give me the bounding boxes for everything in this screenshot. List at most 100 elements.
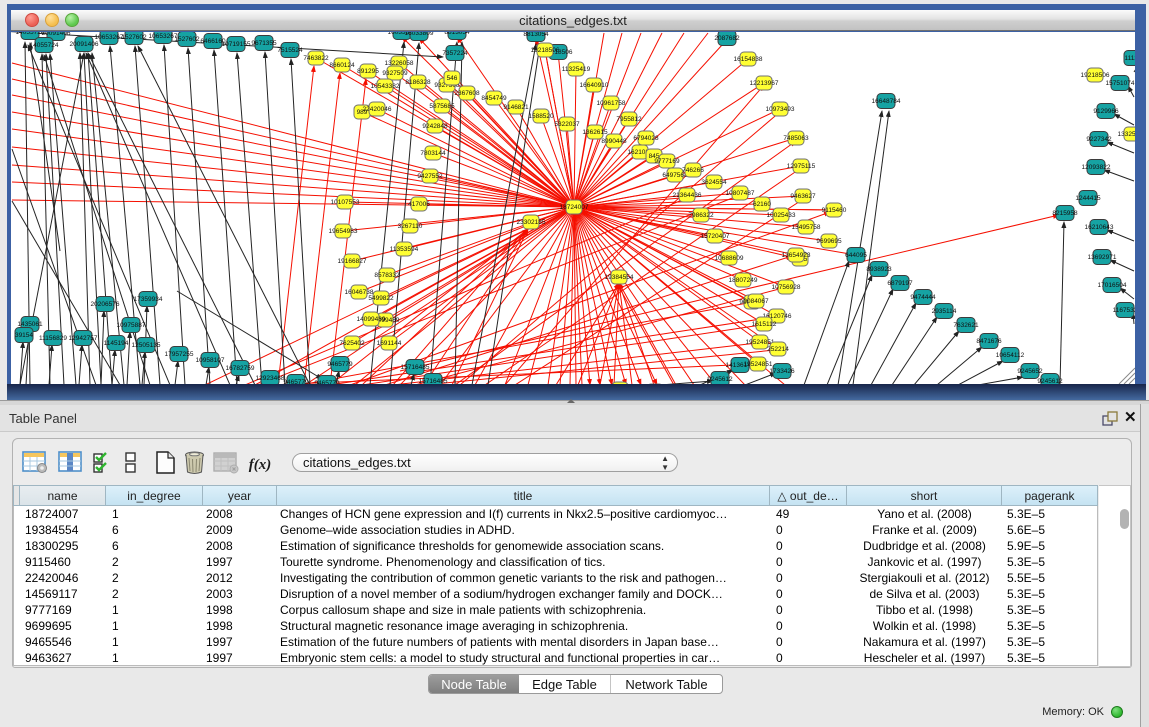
svg-text:1244415: 1244415 <box>1075 195 1101 202</box>
svg-text:12975115: 12975115 <box>787 163 816 170</box>
svg-text:1691144: 1691144 <box>377 340 402 347</box>
svg-text:10025433: 10025433 <box>767 212 796 219</box>
svg-text:2935114: 2935114 <box>932 308 957 315</box>
svg-text:7986322: 7986322 <box>688 212 714 219</box>
svg-text:11325419: 11325419 <box>562 66 591 73</box>
svg-text:9427552: 9427552 <box>417 173 443 180</box>
svg-text:9463627: 9463627 <box>790 193 816 200</box>
svg-text:11156829: 11156829 <box>39 335 67 342</box>
svg-text:10807487: 10807487 <box>726 190 755 197</box>
svg-text:14099489: 14099489 <box>357 316 386 323</box>
svg-text:17359934: 17359934 <box>134 296 163 303</box>
svg-text:7515524: 7515524 <box>277 47 303 54</box>
svg-text:1615112: 1615112 <box>752 321 777 328</box>
svg-text:11123: 11123 <box>1124 55 1135 62</box>
svg-text:8938923: 8938923 <box>866 266 892 273</box>
svg-text:8660124: 8660124 <box>329 62 355 69</box>
svg-text:19218506: 19218506 <box>1081 72 1110 79</box>
svg-text:17016504: 17016504 <box>1098 282 1127 289</box>
svg-text:7803144: 7803144 <box>420 150 446 157</box>
svg-text:1733426: 1733426 <box>769 368 795 375</box>
svg-text:13692971: 13692971 <box>1088 254 1117 261</box>
svg-text:10719155: 10719155 <box>222 41 251 48</box>
svg-text:11353594: 11353594 <box>390 246 419 253</box>
svg-text:18724007: 18724007 <box>560 204 589 211</box>
svg-text:5875685: 5875685 <box>429 103 455 110</box>
svg-text:10653267: 10653267 <box>95 34 124 41</box>
svg-text:7463822: 7463822 <box>303 55 329 62</box>
svg-text:546: 546 <box>447 75 458 82</box>
svg-text:10975887: 10975887 <box>117 322 146 329</box>
svg-text:14055724: 14055724 <box>30 42 59 49</box>
svg-text:1145194: 1145194 <box>104 340 129 347</box>
svg-text:19166827: 19166827 <box>338 258 367 265</box>
svg-text:10543382: 10543382 <box>371 83 400 90</box>
svg-text:19218506: 19218506 <box>531 47 560 54</box>
svg-text:5322037: 5322037 <box>554 121 580 128</box>
svg-text:15716485: 15716485 <box>401 364 430 371</box>
svg-text:9084067: 9084067 <box>743 298 769 305</box>
svg-text:13325419: 13325419 <box>1118 131 1135 138</box>
svg-text:17957255: 17957255 <box>165 351 194 358</box>
svg-text:18807249: 18807249 <box>729 277 758 284</box>
svg-text:8186328: 8186328 <box>405 79 431 86</box>
svg-text:7632621: 7632621 <box>953 322 979 329</box>
svg-text:9474444: 9474444 <box>910 294 936 301</box>
svg-text:7955812: 7955812 <box>616 116 642 123</box>
svg-text:9465779: 9465779 <box>327 361 353 368</box>
svg-text:19384554: 19384554 <box>605 274 634 281</box>
svg-text:10973493: 10973493 <box>766 106 795 113</box>
svg-text:8454749: 8454749 <box>481 95 507 102</box>
svg-text:746266: 746266 <box>682 167 704 174</box>
svg-text:9129966: 9129966 <box>1093 108 1119 115</box>
svg-text:9245612: 9245612 <box>707 376 733 383</box>
svg-text:9115460: 9115460 <box>822 207 847 214</box>
svg-text:5499822: 5499822 <box>368 295 394 302</box>
svg-text:8471676: 8471676 <box>976 338 1002 345</box>
svg-text:8813054: 8813054 <box>523 32 549 38</box>
svg-text:13495758: 13495758 <box>792 224 821 231</box>
svg-text:16640910: 16640910 <box>580 82 609 89</box>
svg-text:20091406: 20091406 <box>42 32 71 37</box>
svg-text:2087682: 2087682 <box>714 35 740 42</box>
svg-text:10688609: 10688609 <box>715 255 744 262</box>
svg-text:9699695: 9699695 <box>816 238 842 245</box>
svg-text:9327509: 9327509 <box>382 70 408 77</box>
svg-text:1167533: 1167533 <box>1113 307 1135 314</box>
svg-text:7625402: 7625402 <box>339 340 365 347</box>
svg-text:6794028: 6794028 <box>633 135 659 142</box>
svg-text:12505135: 12505135 <box>132 342 161 349</box>
svg-text:1588520: 1588520 <box>528 113 554 120</box>
svg-text:20091406: 20091406 <box>70 41 99 48</box>
svg-text:644095: 644095 <box>845 252 867 259</box>
svg-text:3267110: 3267110 <box>398 223 423 230</box>
svg-text:1527602: 1527602 <box>174 36 200 43</box>
svg-text:6879197: 6879197 <box>887 280 913 287</box>
svg-text:9242848: 9242848 <box>422 123 448 130</box>
svg-text:16782759: 16782759 <box>226 365 255 372</box>
svg-text:19524851: 19524851 <box>744 361 773 368</box>
svg-text:10756928: 10756928 <box>772 284 801 291</box>
svg-text:891295: 891295 <box>357 68 379 75</box>
svg-text:10958107: 10958107 <box>196 357 225 364</box>
svg-text:12923468: 12923468 <box>256 375 285 382</box>
svg-text:8990448: 8990448 <box>601 138 627 145</box>
svg-text:252214: 252214 <box>767 346 789 353</box>
svg-text:f(x): f(x) <box>249 457 272 473</box>
svg-text:8813054: 8813054 <box>444 32 470 36</box>
svg-text:7357224: 7357224 <box>442 50 468 57</box>
svg-text:8578332: 8578332 <box>374 272 400 279</box>
svg-text:1362615: 1362615 <box>582 129 608 136</box>
svg-text:22420046: 22420046 <box>363 106 392 113</box>
svg-text:9245652: 9245652 <box>1017 368 1043 375</box>
svg-text:16046738: 16046738 <box>345 289 374 296</box>
svg-text:3624554: 3624554 <box>701 179 727 186</box>
svg-text:13654923: 13654923 <box>782 252 811 259</box>
svg-text:8215958: 8215958 <box>1052 210 1078 217</box>
svg-text:12213967: 12213967 <box>750 80 779 87</box>
svg-text:9671355: 9671355 <box>251 40 277 47</box>
svg-text:21364436: 21364436 <box>673 192 702 199</box>
svg-text:9146821: 9146821 <box>503 104 529 111</box>
svg-text:19654983: 19654983 <box>329 228 358 235</box>
svg-text:10107553: 10107553 <box>331 199 360 206</box>
